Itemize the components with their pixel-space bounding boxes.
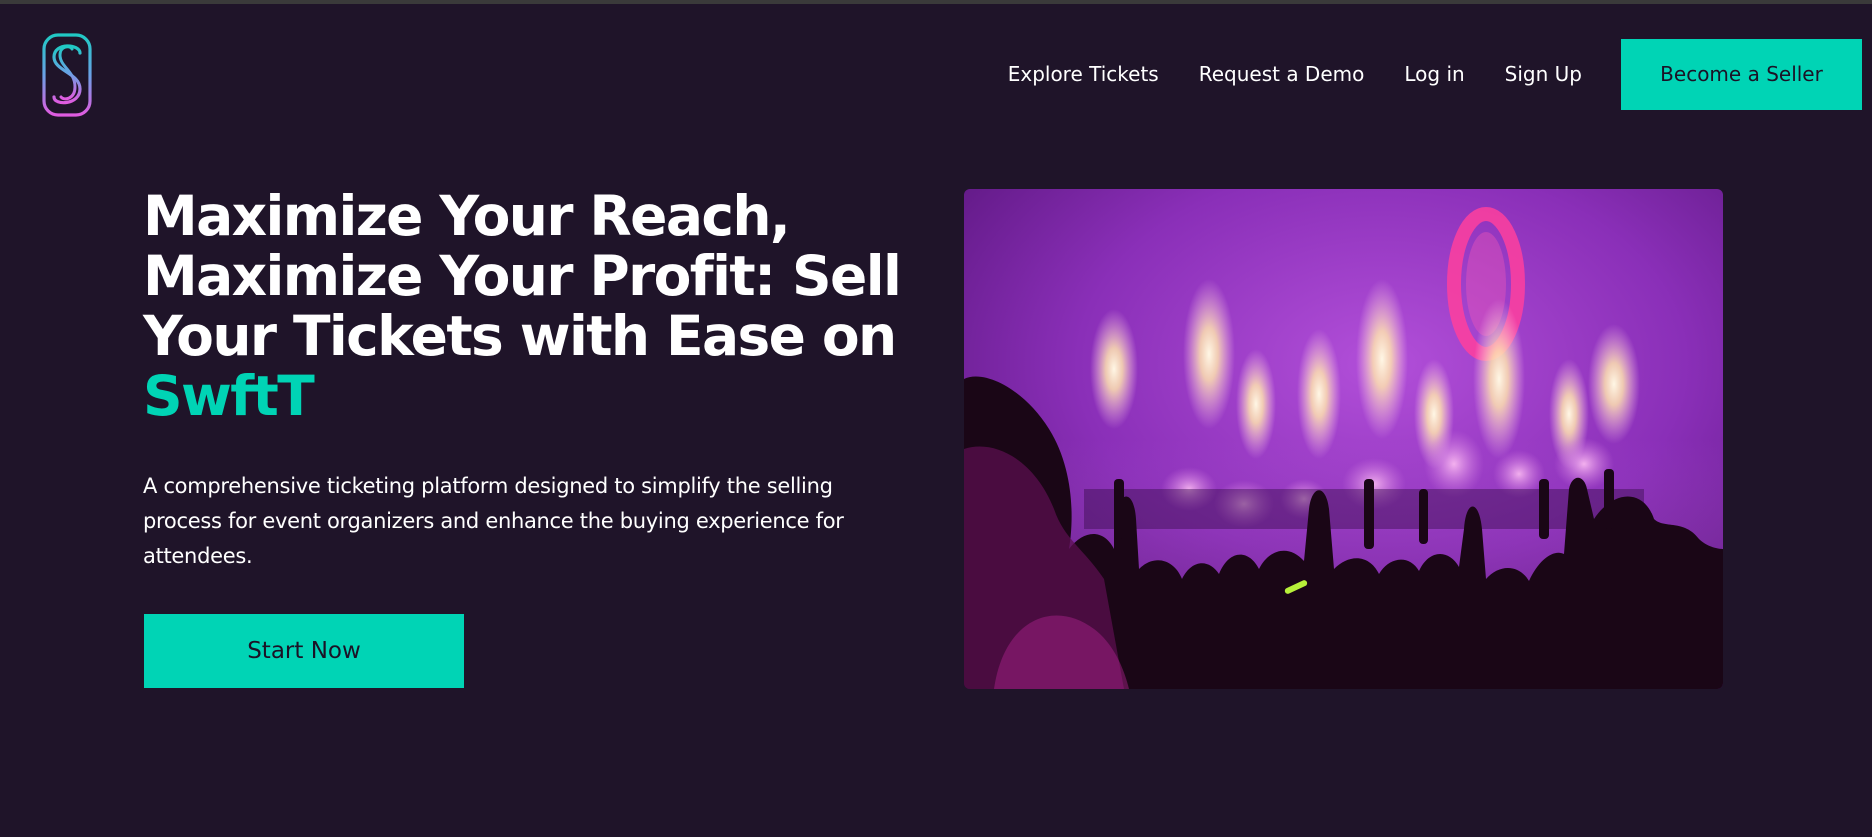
hero-title-text: Maximize Your Reach, Maximize Your Profi… xyxy=(143,184,902,368)
nav-log-in[interactable]: Log in xyxy=(1404,62,1464,86)
hero-title: Maximize Your Reach, Maximize Your Profi… xyxy=(143,186,933,426)
nav-request-demo[interactable]: Request a Demo xyxy=(1199,62,1365,86)
become-seller-button[interactable]: Become a Seller xyxy=(1621,38,1862,110)
hero-description: A comprehensive ticketing platform desig… xyxy=(143,474,844,568)
nav-sign-up[interactable]: Sign Up xyxy=(1505,62,1582,86)
hero-title-brand: SwftT xyxy=(143,364,315,428)
swftt-s-logo-icon xyxy=(42,33,92,117)
browser-top-strip xyxy=(0,0,1872,4)
start-now-button[interactable]: Start Now xyxy=(144,614,464,688)
concert-crowd-fireworks-photo xyxy=(964,189,1723,689)
site-logo[interactable] xyxy=(42,33,92,117)
main-nav: Explore Tickets Request a Demo Log in Si… xyxy=(1008,38,1862,110)
hero-image xyxy=(964,189,1723,689)
nav-explore-tickets[interactable]: Explore Tickets xyxy=(1008,62,1159,86)
